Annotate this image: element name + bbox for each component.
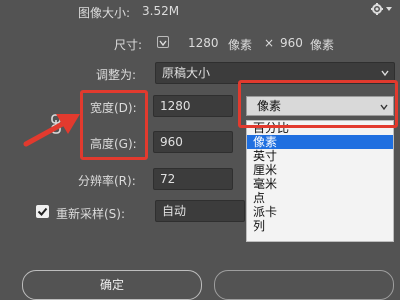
unit-dropdown-list: 百分比 像素 英寸 厘米 毫米 点 派卡 列 [246, 120, 394, 242]
unit-option-millimeters[interactable]: 毫米 [247, 177, 393, 191]
dimensions-label: 尺寸: [114, 38, 143, 52]
unit-option-pixels[interactable]: 像素 [247, 135, 393, 149]
chevron-down-icon [381, 70, 389, 77]
cancel-button[interactable] [214, 270, 394, 300]
resolution-input[interactable]: 72 [153, 168, 233, 190]
checkmark-icon [37, 207, 48, 216]
red-arrow-annotation [22, 108, 82, 148]
dimensions-width-value: 1280 [188, 36, 219, 50]
ok-button[interactable]: 确定 [22, 270, 202, 300]
width-input[interactable]: 1280 [153, 95, 233, 117]
dimensions-height-unit: 像素 [310, 38, 335, 52]
height-label: 高度(G): [90, 137, 137, 151]
resample-checkbox[interactable] [36, 205, 49, 218]
height-input[interactable]: 960 [153, 131, 233, 153]
dimensions-dropdown-toggle[interactable] [157, 36, 169, 48]
unit-option-picas[interactable]: 派卡 [247, 205, 393, 219]
settings-gear-icon[interactable] [370, 2, 392, 16]
unit-option-points[interactable]: 点 [247, 191, 393, 205]
width-label: 宽度(D): [90, 101, 137, 115]
image-size-value: 3.52M [142, 4, 180, 18]
dimensions-times-sign: × [264, 36, 275, 50]
resample-value: 自动 [162, 204, 187, 218]
resolution-label: 分辨率(R): [78, 174, 136, 188]
resample-select[interactable]: 自动 [155, 200, 245, 222]
dimensions-width-unit: 像素 [228, 38, 253, 52]
fit-to-label: 调整为: [96, 68, 137, 82]
dimensions-height-value: 960 [280, 36, 303, 50]
unit-option-inches[interactable]: 英寸 [247, 149, 393, 163]
unit-select-highlight [238, 80, 398, 128]
unit-option-centimeters[interactable]: 厘米 [247, 163, 393, 177]
fit-to-value: 原稿大小 [162, 66, 211, 80]
unit-option-columns[interactable]: 列 [247, 219, 393, 233]
resample-label: 重新采样(S): [56, 207, 126, 221]
image-size-label: 图像大小: [78, 6, 131, 20]
